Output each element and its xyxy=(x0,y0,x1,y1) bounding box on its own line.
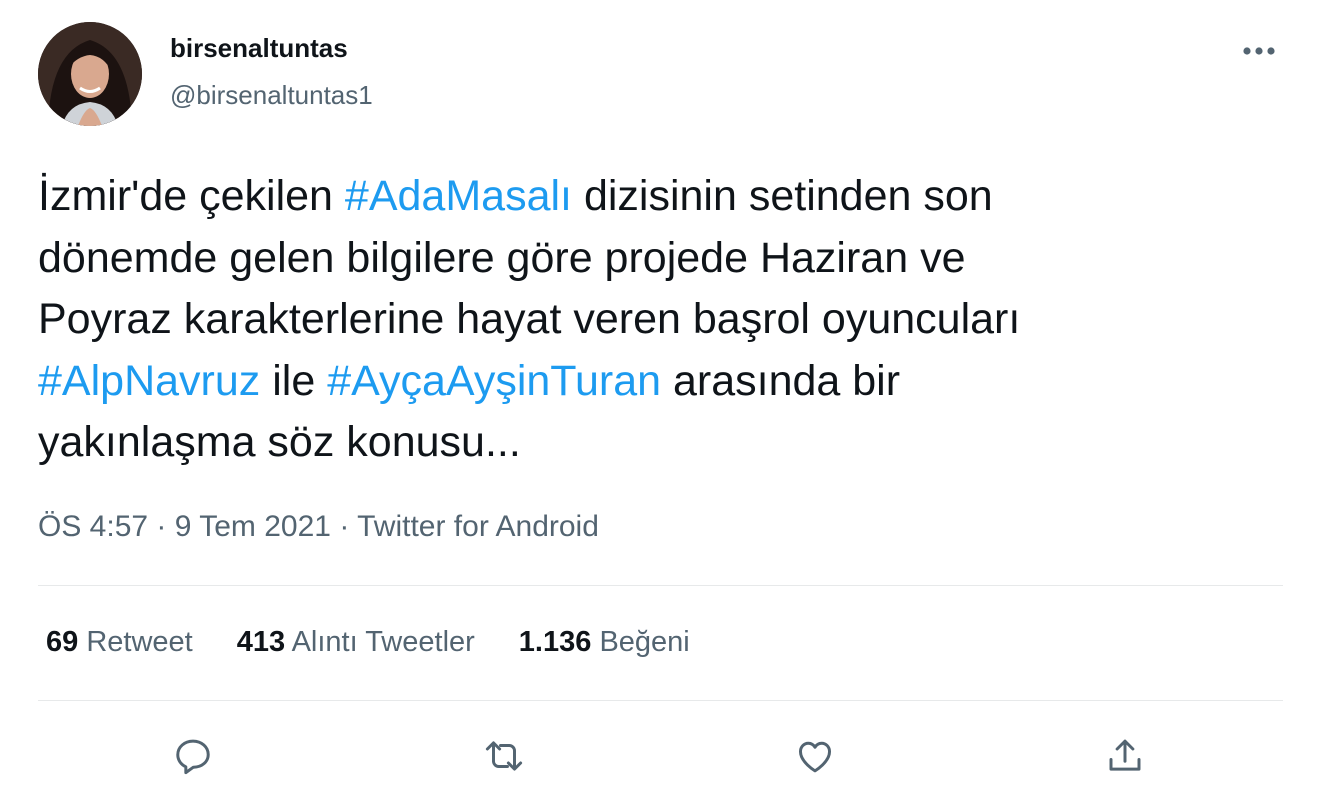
retweet-count-link[interactable]: 69 Retweet xyxy=(46,626,193,659)
more-options-button[interactable] xyxy=(1232,36,1286,66)
hashtag-link[interactable]: #AdaMasalı xyxy=(345,172,572,220)
divider xyxy=(38,700,1283,701)
tweet-time[interactable]: ÖS 4:57 xyxy=(38,510,148,543)
retweet-count: 69 xyxy=(46,626,79,658)
share-button[interactable] xyxy=(1099,730,1151,782)
like-icon xyxy=(798,741,832,773)
user-handle[interactable]: @birsenaltuntas1 xyxy=(170,80,373,111)
tweet-text: İzmir'de çekilen #AdaMasalı dizisinin se… xyxy=(38,166,1288,474)
like-count-link[interactable]: 1.136 Beğeni xyxy=(519,626,690,659)
tweet-text-segment: Poyraz karakterlerine hayat veren başrol… xyxy=(38,295,1021,343)
tweet-text-segment: İzmir'de çekilen xyxy=(38,172,345,220)
tweet-stats: 69 Retweet 413 Alıntı Tweetler 1.136 Beğ… xyxy=(46,626,734,659)
tweet-line: Poyraz karakterlerine hayat veren başrol… xyxy=(38,289,1288,351)
quote-label: Alıntı Tweetler xyxy=(291,626,475,658)
profile-photo-icon xyxy=(38,22,142,126)
tweet-line: yakınlaşma söz konusu... xyxy=(38,412,1288,474)
avatar[interactable] xyxy=(38,22,142,126)
meta-separator: · xyxy=(339,510,358,543)
tweet-date[interactable]: 9 Tem 2021 xyxy=(175,510,331,543)
tweet-meta: ÖS 4:57 · 9 Tem 2021 · Twitter for Andro… xyxy=(38,510,599,544)
quote-count-link[interactable]: 413 Alıntı Tweetler xyxy=(237,626,475,659)
divider xyxy=(38,585,1283,586)
tweet-line: #AlpNavruz ile #AyçaAyşinTuran arasında … xyxy=(38,351,1288,413)
reply-button[interactable] xyxy=(167,730,219,782)
retweet-icon xyxy=(485,741,523,771)
retweet-button[interactable] xyxy=(478,730,530,782)
like-label: Beğeni xyxy=(599,626,690,658)
meta-separator: · xyxy=(156,510,175,543)
display-name[interactable]: birsenaltuntas xyxy=(170,33,348,64)
tweet-text-segment: arasında bir xyxy=(661,356,901,405)
tweet-line: İzmir'de çekilen #AdaMasalı dizisinin se… xyxy=(38,166,1288,228)
share-icon xyxy=(1109,739,1141,771)
retweet-label: Retweet xyxy=(86,626,193,658)
tweet-text-segment: ile xyxy=(260,356,328,405)
hashtag-link[interactable]: #AyçaAyşinTuran xyxy=(327,357,661,405)
tweet-text-segment: dizisinin setinden son xyxy=(572,172,993,220)
tweet-card: birsenaltuntas @birsenaltuntas1 İzmir'de… xyxy=(0,0,1338,800)
tweet-text-segment: dönemde gelen bilgilere göre projede Haz… xyxy=(38,233,966,282)
more-icon xyxy=(1243,47,1275,55)
reply-icon xyxy=(176,739,210,775)
like-button[interactable] xyxy=(789,730,841,782)
tweet-line: dönemde gelen bilgilere göre projede Haz… xyxy=(38,228,1288,290)
like-count: 1.136 xyxy=(518,626,592,658)
hashtag-link[interactable]: #AlpNavruz xyxy=(38,357,260,405)
tweet-source[interactable]: Twitter for Android xyxy=(357,510,599,543)
quote-count: 413 xyxy=(236,626,286,658)
tweet-text-segment: yakınlaşma söz konusu... xyxy=(38,418,521,466)
